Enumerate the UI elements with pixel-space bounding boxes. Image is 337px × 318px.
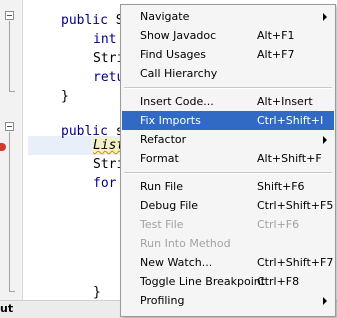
menu-item-test-file[interactable]: Test File Ctrl+F6 bbox=[122, 215, 334, 234]
code-line: } bbox=[61, 89, 69, 104]
code-line: public S bbox=[61, 13, 124, 28]
menu-item-debug-file[interactable]: Debug File Ctrl+Shift+F5 bbox=[122, 196, 334, 215]
submenu-arrow-icon bbox=[323, 136, 327, 144]
menu-item-navigate[interactable]: Navigate bbox=[122, 7, 334, 26]
menu-item-find-usages[interactable]: Find Usages Alt+F7 bbox=[122, 45, 334, 64]
context-menu: Navigate Show Javadoc Alt+F1 Find Usages A… bbox=[120, 4, 336, 317]
menu-separator bbox=[124, 172, 332, 174]
submenu-arrow-icon bbox=[323, 13, 327, 21]
menu-item-insert-code[interactable]: Insert Code... Alt+Insert bbox=[122, 92, 334, 111]
code-line: for bbox=[93, 176, 117, 191]
menu-item-toggle-line-breakpoint[interactable]: Toggle Line Breakpoint Ctrl+F8 bbox=[122, 272, 334, 291]
status-label: ut bbox=[0, 302, 14, 315]
menu-item-profiling[interactable]: Profiling bbox=[122, 291, 334, 310]
submenu-arrow-icon bbox=[323, 297, 327, 305]
menu-item-fix-imports[interactable]: Fix Imports Ctrl+Shift+I bbox=[122, 111, 334, 130]
menu-item-call-hierarchy[interactable]: Call Hierarchy bbox=[122, 64, 334, 83]
menu-item-show-javadoc[interactable]: Show Javadoc Alt+F1 bbox=[122, 26, 334, 45]
menu-item-refactor[interactable]: Refactor bbox=[122, 130, 334, 149]
menu-item-new-watch[interactable]: New Watch... Ctrl+Shift+F7 bbox=[122, 253, 334, 272]
menu-item-run-into-method[interactable]: Run Into Method bbox=[122, 234, 334, 253]
menu-separator bbox=[124, 87, 332, 89]
menu-item-format[interactable]: Format Alt+Shift+F bbox=[122, 149, 334, 168]
code-line: int bbox=[93, 32, 117, 47]
menu-item-run-file[interactable]: Run File Shift+F6 bbox=[122, 177, 334, 196]
